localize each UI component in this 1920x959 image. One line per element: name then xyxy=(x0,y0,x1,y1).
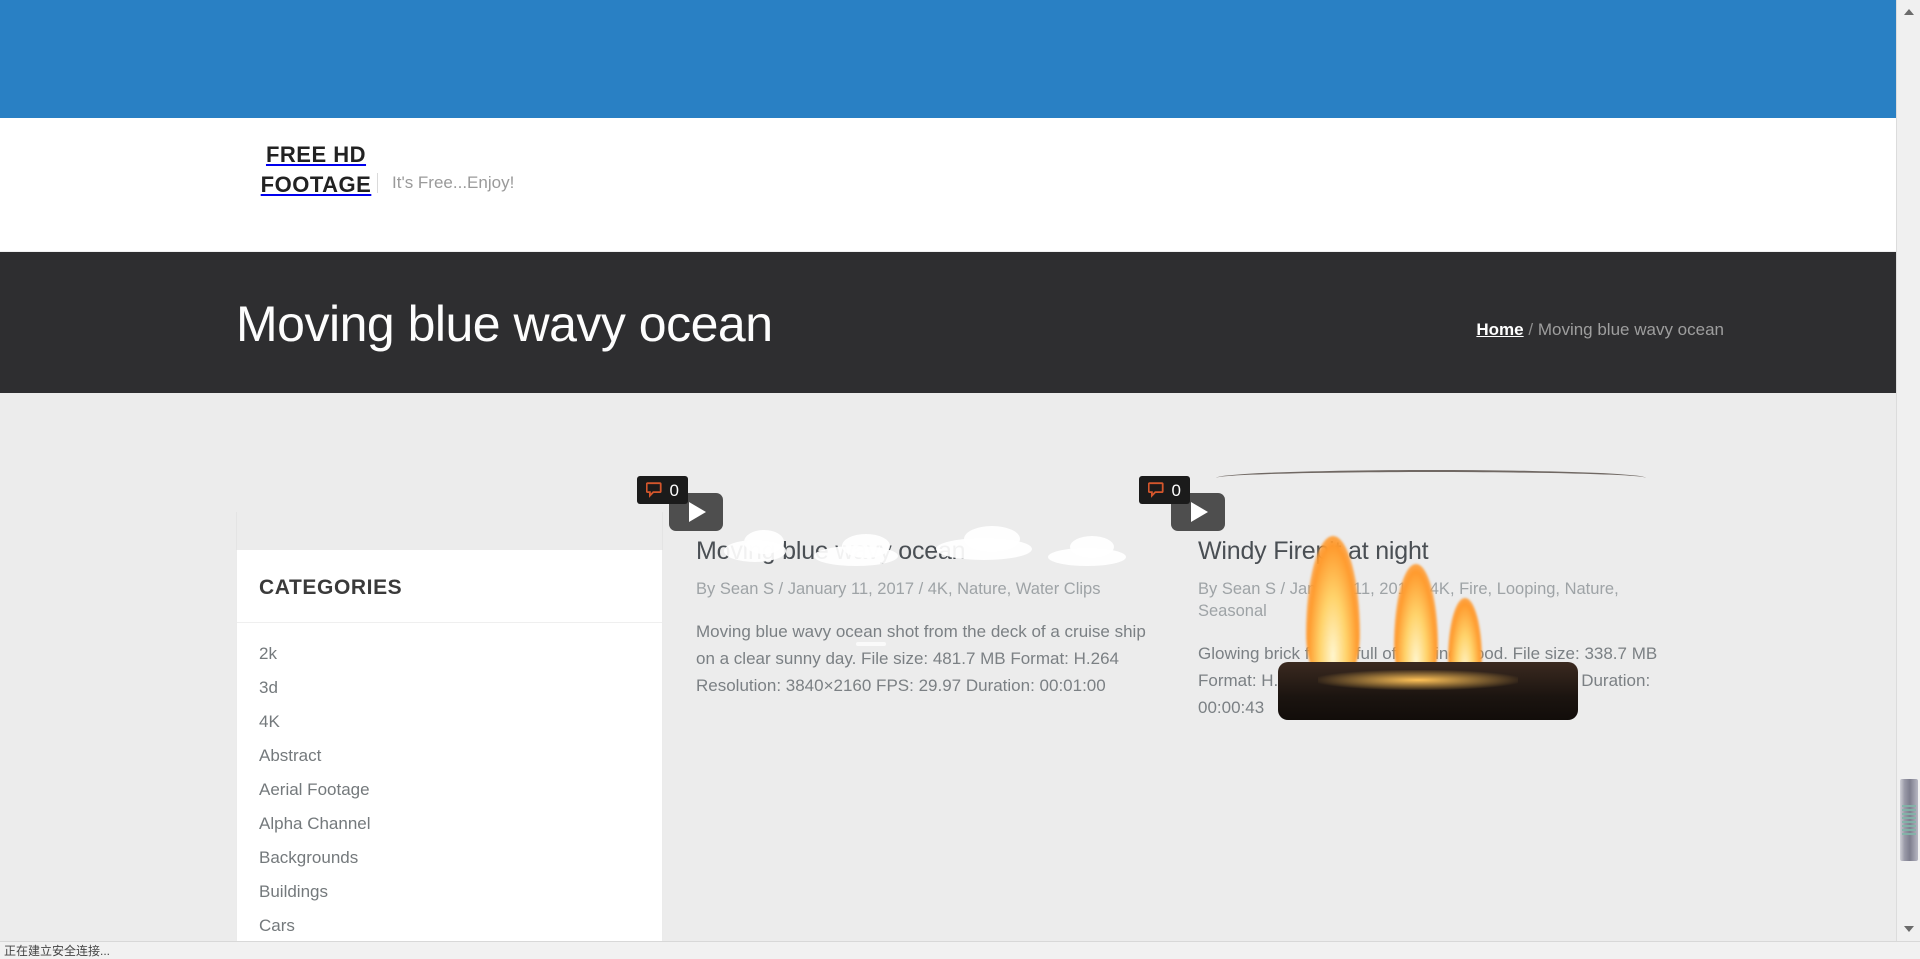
card-title[interactable]: Windy Firepit at night xyxy=(1198,536,1663,566)
list-item[interactable]: 4K xyxy=(237,705,662,739)
tagline-text: It's Free...Enjoy! xyxy=(392,173,515,192)
video-card-grid: 0 Moving blue wavy ocean By Sean S / Jan… xyxy=(636,470,1664,721)
sidebar-spacer xyxy=(236,512,663,550)
card-meta: By Sean S / January 11, 2017 / 4K, Natur… xyxy=(696,580,1101,598)
video-card-firepit: 0 Windy Firepit at night By Sean S / Jan… xyxy=(1138,470,1663,721)
card-description: Moving blue wavy ocean shot from the dec… xyxy=(696,622,1146,695)
breadcrumb-home-link[interactable]: Home xyxy=(1476,320,1523,339)
content-area: CATEGORIES 2k 3d 4K Abstract Aerial Foot… xyxy=(0,470,1896,941)
breadcrumb-current: Moving blue wavy ocean xyxy=(1537,320,1724,339)
site-header: FREE HD FOOTAGE xyxy=(0,118,1896,252)
sidebar-item-backgrounds[interactable]: Backgrounds xyxy=(237,841,662,875)
card-title-link[interactable]: Windy Firepit at night xyxy=(1198,537,1429,565)
page-title: Moving blue wavy ocean xyxy=(236,296,773,352)
list-item[interactable]: Alpha Channel xyxy=(237,807,662,841)
list-item[interactable]: 2k xyxy=(237,637,662,671)
sidebar-item-aerial-footage[interactable]: Aerial Footage xyxy=(237,773,662,807)
sidebar-item-buildings[interactable]: Buildings xyxy=(237,875,662,909)
list-item[interactable]: Buildings xyxy=(237,875,662,909)
tagline-block: It's Free...Enjoy! xyxy=(377,173,514,193)
breadcrumb: Home / Moving blue wavy ocean xyxy=(1476,320,1724,340)
browser-chrome-area xyxy=(0,0,1896,118)
site-logo[interactable]: FREE HD FOOTAGE xyxy=(246,140,386,200)
sidebar: CATEGORIES 2k 3d 4K Abstract Aerial Foot… xyxy=(236,512,663,941)
breadcrumb-separator: / xyxy=(1528,320,1534,339)
scroll-up-button[interactable] xyxy=(1897,0,1920,24)
status-bar: 正在建立安全连接... xyxy=(0,941,1920,959)
scroll-down-button[interactable] xyxy=(1897,917,1920,941)
list-item[interactable]: 3d xyxy=(237,671,662,705)
list-item[interactable]: Abstract xyxy=(237,739,662,773)
video-card-ocean: 0 Moving blue wavy ocean By Sean S / Jan… xyxy=(636,476,1161,721)
list-item[interactable]: Backgrounds xyxy=(237,841,662,875)
triangle-up-icon xyxy=(1904,9,1914,15)
sidebar-item-4k[interactable]: 4K xyxy=(237,705,662,739)
triangle-down-icon xyxy=(1904,926,1914,932)
video-grid-main: 0 Moving blue wavy ocean By Sean S / Jan… xyxy=(636,470,1664,721)
logo-line-2: FOOTAGE xyxy=(260,172,372,197)
categories-list: 2k 3d 4K Abstract Aerial Footage Alpha C… xyxy=(237,623,662,941)
screen: FREE HD FOOTAGE CATEGORIES 2k 3d 4K Abst… xyxy=(0,0,1920,959)
sidebar-item-cars[interactable]: Cars xyxy=(237,909,662,941)
list-item[interactable]: Cars xyxy=(237,909,662,941)
list-item[interactable]: Aerial Footage xyxy=(237,773,662,807)
sidebar-item-2k[interactable]: 2k xyxy=(237,637,662,671)
thumb-grip xyxy=(1902,805,1916,835)
logo-line-1: FREE HD xyxy=(265,142,367,167)
web-page: FREE HD FOOTAGE CATEGORIES 2k 3d 4K Abst… xyxy=(0,118,1896,941)
tagline-divider xyxy=(377,173,378,193)
status-bar-text: 正在建立安全连接... xyxy=(4,944,111,958)
sidebar-item-alpha-channel[interactable]: Alpha Channel xyxy=(237,807,662,841)
vertical-scrollbar[interactable] xyxy=(1896,0,1920,941)
categories-widget: CATEGORIES 2k 3d 4K Abstract Aerial Foot… xyxy=(236,550,663,941)
sidebar-item-abstract[interactable]: Abstract xyxy=(237,739,662,773)
scrollbar-thumb[interactable] xyxy=(1900,779,1918,861)
categories-widget-title: CATEGORIES xyxy=(237,550,662,623)
sidebar-item-3d[interactable]: 3d xyxy=(237,671,662,705)
scrollbar-track[interactable] xyxy=(1897,24,1920,917)
